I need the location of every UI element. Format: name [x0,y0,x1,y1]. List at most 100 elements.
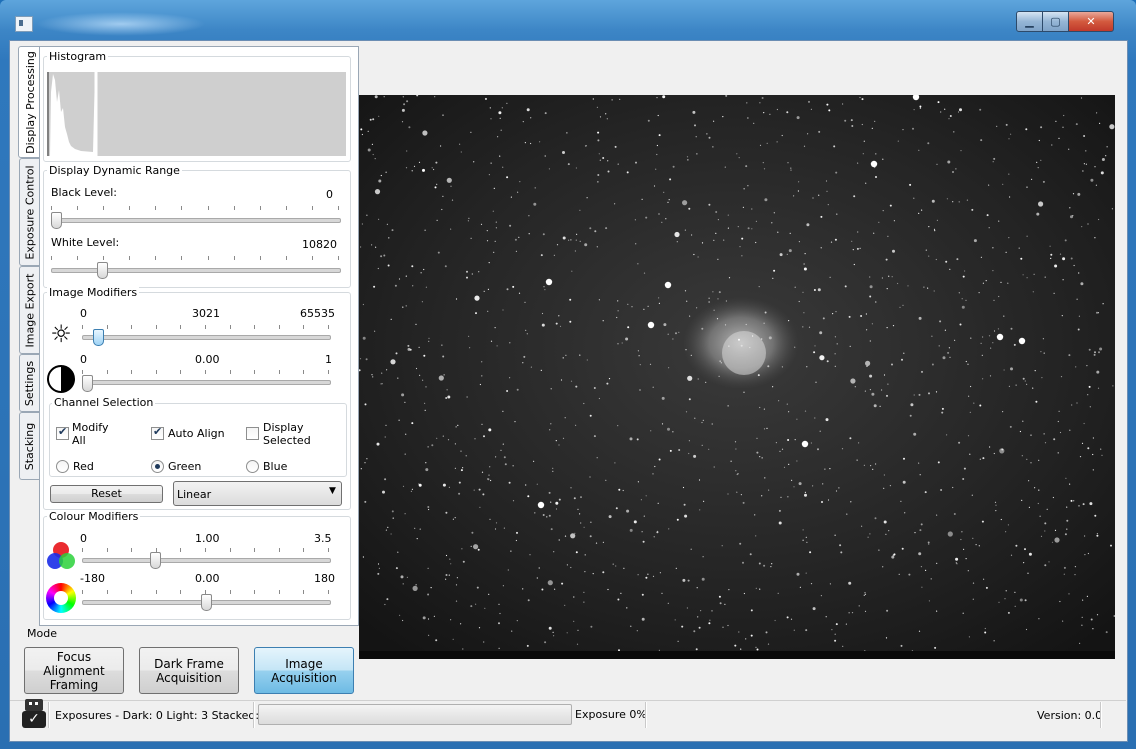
hue-slider-handle[interactable] [201,594,212,611]
dark-frame-acquisition-button[interactable]: Dark Frame Acquisition [139,647,239,694]
minimize-icon: ▁ [1025,15,1034,28]
image-acquisition-button[interactable]: Image Acquisition [254,647,354,694]
brightness-min: 0 [80,307,87,320]
slider-tick [254,325,255,329]
hue-icon [46,583,76,613]
slider-tick [180,370,181,374]
tab-image-export[interactable]: Image Export [19,266,40,354]
black-level-slider-handle[interactable] [51,212,62,229]
slider-tick [338,256,339,260]
brightness-value: 3021 [192,307,220,320]
slider-tick [303,325,304,329]
minimize-button[interactable]: ▁ [1016,11,1043,32]
app-icon[interactable] [15,16,33,32]
auto-align-checkbox[interactable] [151,425,164,440]
slider-tick [279,370,280,374]
saturation-slider-handle[interactable] [150,552,161,569]
star-field-image [359,95,1115,659]
button-line: Dark Frame [154,656,224,671]
white-level-slider-track[interactable] [51,268,341,273]
close-button[interactable]: ✕ [1068,11,1114,32]
hue-max: 180 [314,572,335,585]
slider-tick [129,256,130,260]
saturation-slider-track[interactable] [82,558,331,563]
slider-tick [279,325,280,329]
slider-tick [254,590,255,594]
slider-tick [338,206,339,210]
slider-tick [107,590,108,594]
contrast-slider-handle[interactable] [82,375,93,392]
contrast-slider-track[interactable] [82,380,331,385]
saturation-ticks [82,548,329,552]
slider-tick [82,548,83,552]
green-radio[interactable] [151,460,164,473]
slider-tick [260,206,261,210]
title-bar[interactable]: ▁ ▢ ✕ [0,0,1136,40]
slider-tick [51,206,52,210]
histogram-label: Histogram [47,50,109,63]
white-level-slider-handle[interactable] [97,262,108,279]
slider-tick [131,325,132,329]
slider-tick [156,370,157,374]
red-radio[interactable] [56,460,69,473]
dynamic-range-label: Display Dynamic Range [47,164,182,177]
slider-tick [303,548,304,552]
black-level-value: 0 [326,188,333,201]
slider-tick [82,370,83,374]
exposures-count-text: Exposures - Dark: 0 Light: 3 Stacked: 3 [55,709,270,722]
display-selected-checkbox[interactable] [246,427,259,440]
exposure-progress-text: Exposure 0% [575,708,647,721]
slider-tick [131,370,132,374]
maximize-button[interactable]: ▢ [1042,11,1069,32]
hue-min: -180 [80,572,105,585]
blue-radio[interactable] [246,460,259,473]
slider-tick [260,256,261,260]
image-modifiers-label: Image Modifiers [47,286,140,299]
slider-tick [181,256,182,260]
slider-tick [107,548,108,552]
channel-selection-label: Channel Selection [52,396,156,409]
contrast-icon [47,365,75,393]
auto-align-label: Auto Align [168,427,225,440]
stretch-select[interactable]: Linear ▼ [173,481,342,506]
exposure-progress-bar [258,704,572,725]
brightness-slider-track[interactable] [82,335,331,340]
tab-settings[interactable]: Settings [19,354,40,412]
slider-tick [205,548,206,552]
slider-tick [254,548,255,552]
saturation-min: 0 [80,532,87,545]
slider-tick [103,206,104,210]
slider-tick [328,590,329,594]
tab-stacking[interactable]: Stacking [19,412,40,480]
focus-alignment-framing-button[interactable]: Focus Alignment Framing [24,647,124,694]
tab-label: Image Export [23,273,37,347]
status-separator [1100,702,1102,728]
stretch-select-value: Linear [177,488,212,501]
slider-tick [230,590,231,594]
slider-tick [205,370,206,374]
reset-button[interactable]: Reset [50,485,163,503]
blue-label: Blue [263,460,288,473]
slider-tick [286,256,287,260]
slider-tick [180,590,181,594]
brightness-slider-handle[interactable] [93,329,104,346]
slider-tick [328,548,329,552]
slider-tick [286,206,287,210]
slider-tick [208,206,209,210]
slider-tick [230,370,231,374]
slider-tick [131,548,132,552]
slider-tick [131,590,132,594]
modify-all-checkbox[interactable] [56,425,69,440]
image-view[interactable] [359,95,1115,659]
slider-tick [312,256,313,260]
slider-tick [312,206,313,210]
tab-exposure-control[interactable]: Exposure Control [19,158,40,266]
status-separator [253,702,255,728]
black-level-slider-track[interactable] [51,218,341,223]
contrast-value: 0.00 [195,353,220,366]
usb-connected-icon: ✓ [22,699,46,729]
red-label: Red [73,460,94,473]
green-label: Green [168,460,202,473]
slider-tick [303,370,304,374]
tab-display-processing[interactable]: Display Processing [18,46,41,158]
